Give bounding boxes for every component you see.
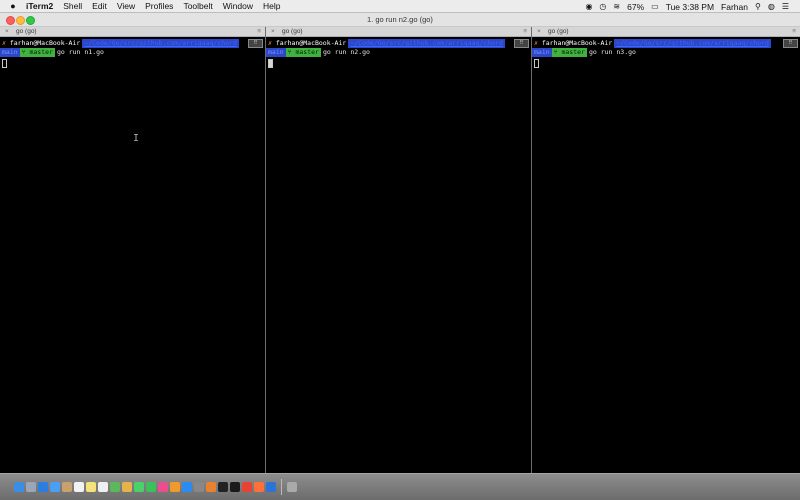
prompt-path-continuation: main (266, 48, 286, 57)
menu-toolbelt[interactable]: Toolbelt (183, 1, 212, 11)
close-pane-icon[interactable]: × (5, 27, 9, 37)
dock-mail-icon[interactable] (50, 482, 60, 492)
window-title: 1. go run n2.go (go) (367, 15, 433, 24)
zoom-window-button[interactable] (26, 16, 35, 25)
battery-icon[interactable]: ▭ (651, 2, 659, 11)
menu-window[interactable]: Window (223, 1, 253, 11)
terminal-pane-2[interactable]: × go (go) ≡ ✗ farhan@MacBook-Air ~/Code/G… (266, 27, 531, 473)
window-titlebar: 1. go run n2.go (go) (0, 13, 800, 27)
dock-calendar-icon[interactable] (74, 482, 84, 492)
pane-header: × go (go) ≡ (0, 27, 265, 37)
prompt-path-continuation: main (532, 48, 552, 57)
pane-menu-icon[interactable]: ≡ (523, 27, 527, 37)
menu-view[interactable]: View (117, 1, 135, 11)
dock-firefox-icon[interactable] (254, 482, 264, 492)
apple-prompt-icon: ✗ (2, 39, 6, 47)
notification-center-icon[interactable]: ☰ (782, 2, 789, 11)
pane-menu-icon[interactable]: ≡ (257, 27, 261, 37)
ibeam-cursor-icon: I (133, 133, 140, 144)
spotlight-search-icon[interactable]: ⚲ (755, 2, 761, 11)
dock-safari-icon[interactable] (38, 482, 48, 492)
prompt-line-2: main ⑂ master go run n1.go (0, 48, 265, 57)
siri-icon[interactable]: ◍ (768, 2, 775, 11)
prompt-line: ✗ farhan@MacBook-Air ~/Code/Go/src/github… (266, 39, 531, 48)
terminal-pane-1[interactable]: × go (go) ≡ ✗ farhan@MacBook-Air ~/Code/G… (0, 27, 265, 473)
apple-prompt-icon: ✗ (534, 39, 538, 47)
dock-notes-icon[interactable] (86, 482, 96, 492)
prompt-user-segment: ✗ farhan@MacBook-Air (0, 39, 83, 48)
dock (0, 473, 800, 500)
dock-maps-icon[interactable] (110, 482, 120, 492)
prompt-user-segment: ✗ farhan@MacBook-Air (532, 39, 615, 48)
wifi-icon[interactable]: ≋ (613, 2, 620, 11)
menu-profiles[interactable]: Profiles (145, 1, 173, 11)
prompt-line-2: main ⑂ master go run n2.go (266, 48, 531, 57)
command-text: go run n1.go (54, 48, 106, 57)
prompt-path-segment: ~/Code/Go/src/github.com/arriqaaq/chord (348, 39, 505, 48)
command-text: go run n2.go (320, 48, 372, 57)
prompt-git-segment: ⑂ master (19, 48, 55, 57)
text-cursor (2, 59, 7, 68)
pane-menu-icon[interactable]: ≡ (792, 27, 796, 37)
dock-app-store-icon[interactable] (182, 482, 192, 492)
dock-chrome-icon[interactable] (242, 482, 252, 492)
dock-ibooks-icon[interactable] (170, 482, 180, 492)
dock-system-preferences-icon[interactable] (194, 482, 204, 492)
menu-edit[interactable]: Edit (92, 1, 107, 11)
dock-iterm2-icon[interactable] (230, 482, 240, 492)
pane-badge: ⠿ (248, 39, 263, 48)
prompt-path-segment: ~/Code/Go/src/github.com/arriqaaq/chord (82, 39, 239, 48)
pane-title: go (go) (16, 28, 37, 35)
pane-title: go (go) (548, 28, 569, 35)
apple-icon[interactable]: ● (0, 1, 26, 11)
close-pane-icon[interactable]: × (271, 27, 275, 37)
menu-bar: ● iTerm2 Shell Edit View Profiles Toolbe… (0, 0, 800, 13)
dock-itunes-icon[interactable] (158, 482, 168, 492)
pane-title: go (go) (282, 28, 303, 35)
close-window-button[interactable] (6, 16, 15, 25)
minimize-window-button[interactable] (16, 16, 25, 25)
menu-app-name[interactable]: iTerm2 (26, 1, 53, 11)
apple-prompt-icon: ✗ (268, 39, 272, 47)
prompt-line: ✗ farhan@MacBook-Air ~/Code/Go/src/github… (0, 39, 265, 48)
prompt-path-continuation: main (0, 48, 20, 57)
menu-shell[interactable]: Shell (63, 1, 82, 11)
prompt-user-segment: ✗ farhan@MacBook-Air (266, 39, 349, 48)
menubar-clock[interactable]: Tue 3:38 PM (666, 2, 714, 12)
pane-badge: ⠿ (783, 39, 798, 48)
dock-facetime-icon[interactable] (146, 482, 156, 492)
command-text: go run n3.go (586, 48, 638, 57)
prompt-line: ✗ farhan@MacBook-Air ~/Code/Go/src/github… (532, 39, 800, 48)
dock-reminders-icon[interactable] (98, 482, 108, 492)
menubar-user[interactable]: Farhan (721, 2, 748, 12)
menu-help[interactable]: Help (263, 1, 280, 11)
prompt-path-segment: ~/Code/Go/src/github.com/arriqaaq/chord (614, 39, 771, 48)
dock-messages-icon[interactable] (134, 482, 144, 492)
dock-terminal-icon[interactable] (218, 482, 228, 492)
terminal-pane-3[interactable]: × go (go) ≡ ✗ farhan@MacBook-Air ~/Code/G… (532, 27, 800, 473)
dock-trash-icon[interactable] (287, 482, 297, 492)
pane-header: × go (go) ≡ (266, 27, 531, 37)
dock-xcode-icon[interactable] (266, 482, 276, 492)
dock-contacts-icon[interactable] (62, 482, 72, 492)
prompt-line-2: main ⑂ master go run n3.go (532, 48, 800, 57)
close-pane-icon[interactable]: × (537, 27, 541, 37)
dock-separator (281, 479, 282, 495)
text-cursor (534, 59, 539, 68)
battery-percent[interactable]: 67% (627, 2, 644, 12)
record-icon[interactable]: ◉ (585, 2, 592, 11)
pane-badge: ⠿ (514, 39, 529, 48)
dock-finder-icon[interactable] (14, 482, 24, 492)
prompt-git-segment: ⑂ master (551, 48, 587, 57)
prompt-git-segment: ⑂ master (285, 48, 321, 57)
clock-icon[interactable]: ◷ (599, 2, 606, 11)
pane-header: × go (go) ≡ (532, 27, 800, 37)
dock-launchpad-icon[interactable] (26, 482, 36, 492)
dock-photos-icon[interactable] (122, 482, 132, 492)
text-cursor (268, 59, 273, 68)
dock-sublime-text-icon[interactable] (206, 482, 216, 492)
